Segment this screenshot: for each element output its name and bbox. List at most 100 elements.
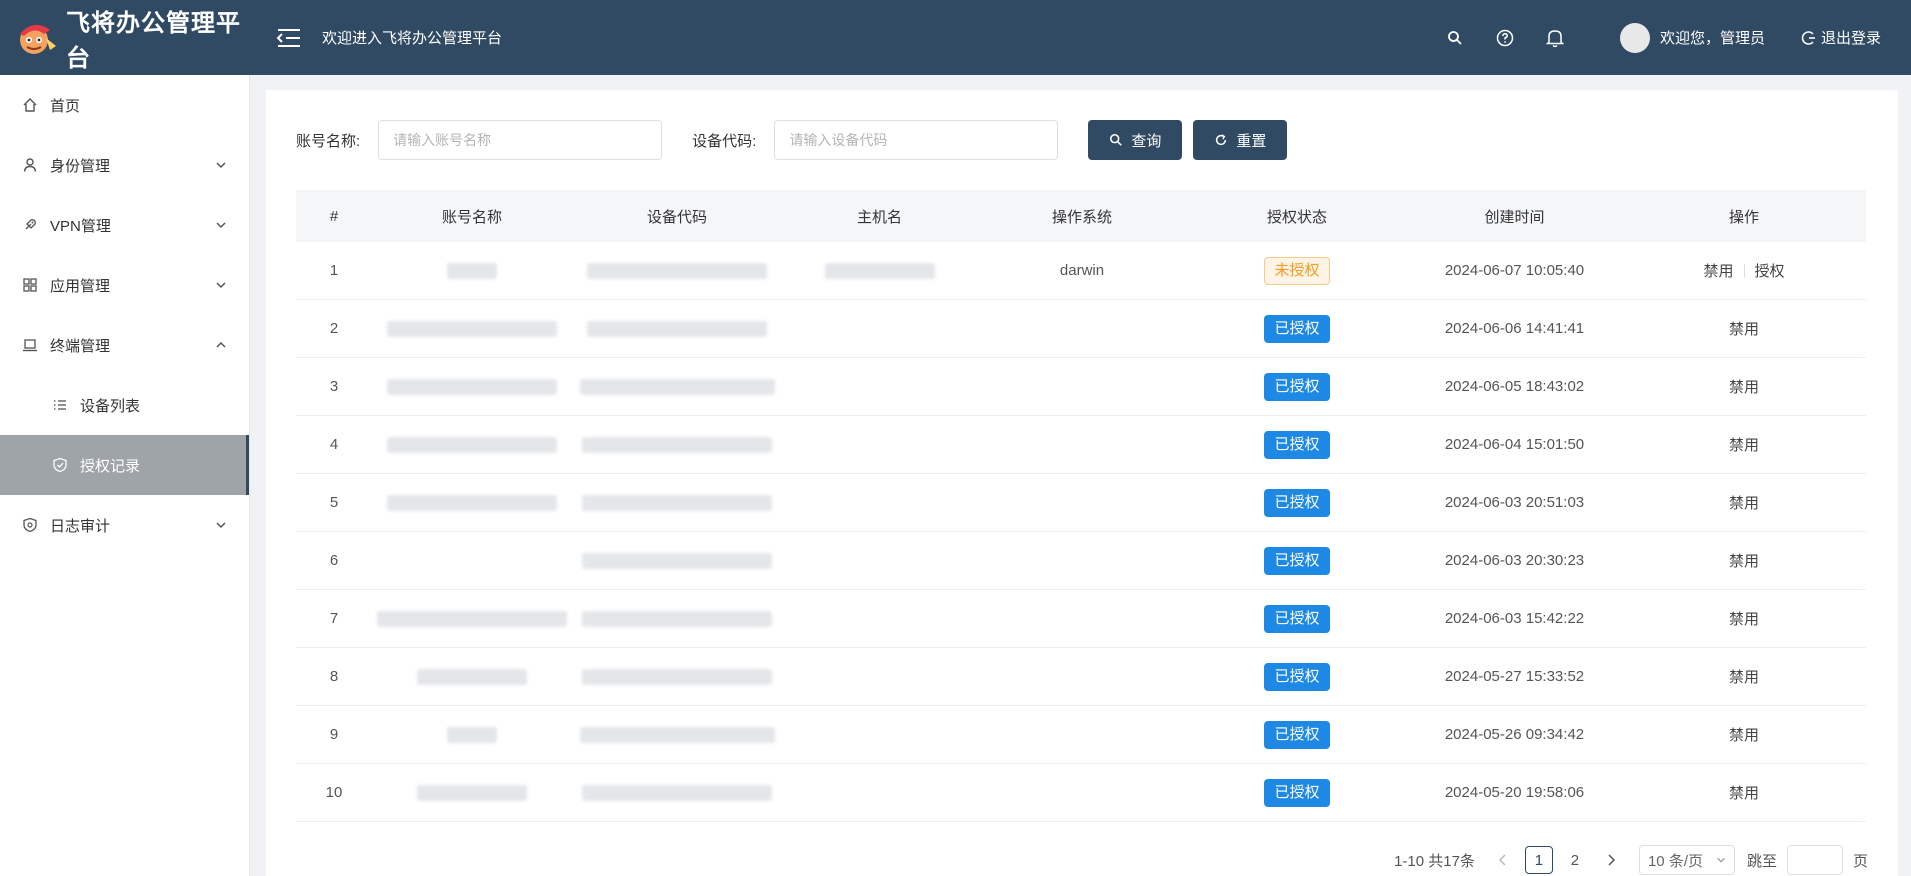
user-greeting: 欢迎您，管理员 [1659,30,1765,47]
hostname-cell [782,590,977,647]
next-page-icon[interactable] [1597,846,1625,874]
redacted-account [417,668,527,685]
redacted-account [447,726,497,743]
disable-button[interactable]: 禁用 [1729,550,1759,571]
shield-check-icon [52,457,68,473]
laptop-icon [22,337,38,353]
redacted-account [387,320,557,337]
table-row: 7 已授权 2024-06-03 15:42:22 禁用 [296,590,1866,648]
created-time-cell: 2024-06-06 14:41:41 [1444,320,1585,337]
menu-collapse-icon[interactable] [274,24,302,52]
disable-button[interactable]: 禁用 [1729,318,1759,339]
disable-button[interactable]: 禁用 [1729,434,1759,455]
sidebar-item-label: 授权记录 [80,457,141,475]
hostname-cell [782,242,977,299]
account-cell [372,764,572,821]
row-index: 4 [329,436,339,453]
sidebar-item-terminal[interactable]: 终端管理 [0,315,249,375]
account-cell [372,300,572,357]
os-cell [977,590,1187,647]
redacted-account [387,494,557,511]
device-code-cell [572,764,782,821]
search-button-label: 查询 [1131,132,1162,150]
top-header: 飞将办公管理平台 欢迎进入飞将办公管理平台 欢迎您，管理员 退出登录 [0,0,1911,75]
search-icon [1110,133,1123,146]
account-cell [372,358,572,415]
page-1-button[interactable]: 1 [1524,846,1553,874]
status-badge: 已授权 [1264,546,1330,575]
search-button[interactable]: 查询 [1088,120,1183,160]
status-cell: 已授权 [1187,648,1407,705]
terminal-submenu: 设备列表 授权记录 [0,375,249,495]
table-header: # 账号名称 设备代码 主机名 操作系统 授权状态 创建时间 操作 [296,190,1866,242]
disable-button[interactable]: 禁用 [1729,608,1759,629]
disable-button[interactable]: 禁用 [1729,666,1759,687]
avatar[interactable] [1619,22,1650,53]
status-cell: 已授权 [1187,300,1407,357]
pagination: 1-10 共17条 1 2 10 条/页 跳至 页 [1394,845,1868,875]
device-code-cell [572,706,782,763]
chevron-down-icon [1717,857,1725,863]
device-code-cell [572,416,782,473]
page-2-button[interactable]: 2 [1561,846,1589,874]
search-icon[interactable] [1445,28,1465,48]
table-row: 3 已授权 2024-06-05 18:43:02 禁用 [296,358,1866,416]
status-badge: 已授权 [1264,372,1330,401]
prev-page-icon[interactable] [1489,846,1517,874]
device-code-cell [572,532,782,589]
jump-page-input[interactable] [1786,845,1843,875]
device-input[interactable] [774,120,1059,160]
status-badge: 已授权 [1264,662,1330,691]
account-input[interactable] [378,120,663,160]
sidebar-item-device-list[interactable]: 设备列表 [0,375,249,435]
disable-button[interactable]: 禁用 [1703,260,1733,281]
status-cell: 已授权 [1187,532,1407,589]
actions-cell: 禁用 [1622,648,1866,705]
sidebar-item-label: 设备列表 [80,397,141,415]
hostname-cell [782,474,977,531]
disable-button[interactable]: 禁用 [1729,492,1759,513]
disable-button[interactable]: 禁用 [1729,724,1759,745]
page-size-value: 10 条/页 [1647,852,1703,870]
redacted-device-code [579,726,775,743]
mascot-logo-icon [14,16,58,60]
row-index: 1 [329,262,339,279]
help-icon[interactable] [1495,28,1515,48]
device-code-cell [572,474,782,531]
account-label: 账号名称: [296,132,361,150]
jump-label: 跳至 [1746,852,1777,870]
page-size-select[interactable]: 10 条/页 [1638,845,1735,875]
column-header: 操作 [1728,208,1759,226]
sidebar-item-identity[interactable]: 身份管理 [0,135,249,195]
sidebar-item-vpn[interactable]: VPN管理 [0,195,249,255]
hostname-cell [782,532,977,589]
sidebar-item-audit[interactable]: 日志审计 [0,495,249,555]
sidebar-item-auth-records[interactable]: 授权记录 [0,435,249,495]
logout-icon [1801,30,1815,45]
row-index: 2 [329,320,339,337]
redacted-device-code [582,610,772,627]
sidebar-item-apps[interactable]: 应用管理 [0,255,249,315]
sidebar-item-label: 终端管理 [50,337,111,355]
created-time-cell: 2024-05-20 19:58:06 [1444,784,1585,801]
list-icon [52,397,68,413]
sidebar-item-label: 日志审计 [50,517,111,535]
redacted-device-code [582,552,772,569]
table-row: 1 darwin 未授权 2024-06-07 10:05:40 禁用 授权 [296,242,1866,300]
authorize-button[interactable]: 授权 [1755,260,1785,281]
table-row: 8 已授权 2024-05-27 15:33:52 禁用 [296,648,1866,706]
status-cell: 已授权 [1187,764,1407,821]
hostname-cell [782,648,977,705]
reset-button-label: 重置 [1236,132,1267,150]
disable-button[interactable]: 禁用 [1729,782,1759,803]
bell-icon[interactable] [1545,28,1565,48]
status-badge: 已授权 [1264,604,1330,633]
os-cell [977,474,1187,531]
disable-button[interactable]: 禁用 [1729,376,1759,397]
os-cell [977,764,1187,821]
reset-button[interactable]: 重置 [1193,120,1288,160]
redacted-device-code [587,262,767,279]
sidebar-item-home[interactable]: 首页 [0,75,249,135]
logout-button[interactable]: 退出登录 [1801,27,1881,48]
actions-cell: 禁用 [1622,764,1866,821]
